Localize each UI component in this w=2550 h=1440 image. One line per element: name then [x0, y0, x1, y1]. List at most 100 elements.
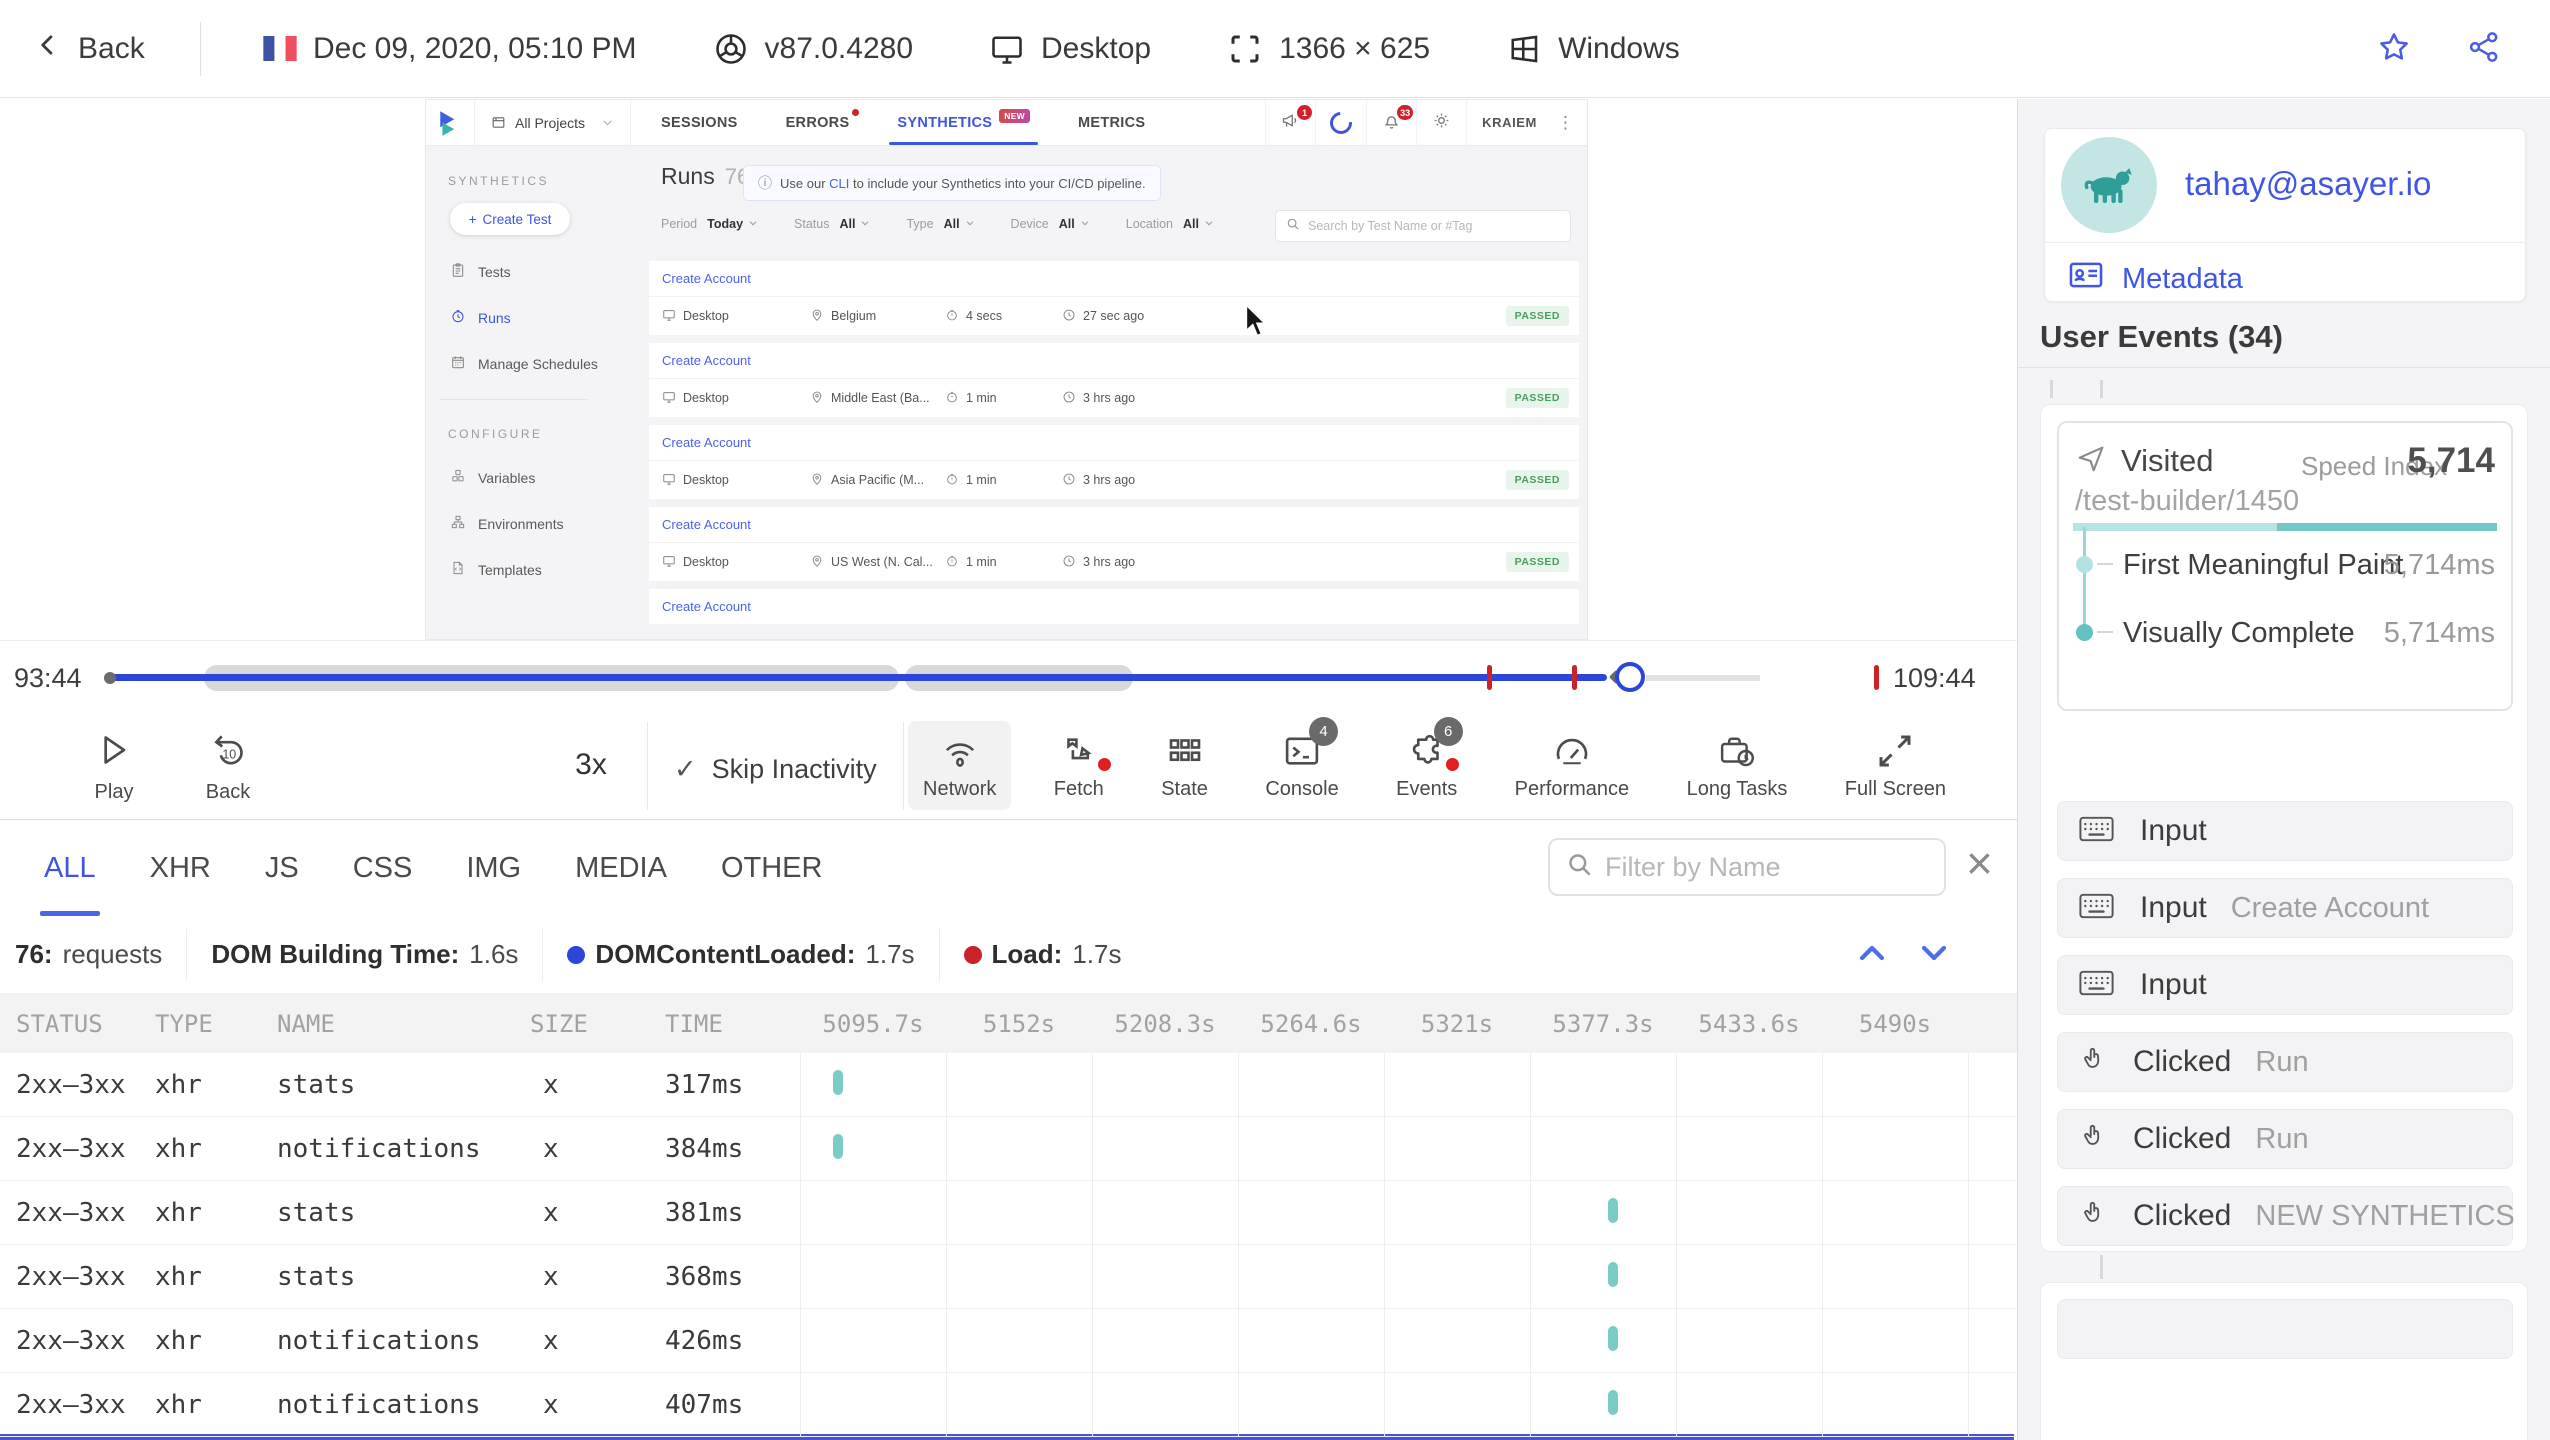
network-request-row[interactable]: 2xx–3xx xhr notifications x 407ms	[0, 1373, 2017, 1437]
network-summary-bar: 76: requests DOM Building Time: 1.6s DOMCo…	[0, 916, 2017, 993]
user-event-click[interactable]: Clicked Run	[2057, 1032, 2513, 1092]
network-request-row[interactable]: 2xx–3xx xhr stats x 368ms	[0, 1245, 2017, 1309]
favorite-button[interactable]	[2376, 29, 2412, 68]
settings-button[interactable]	[1416, 100, 1466, 145]
issue-marker[interactable]	[1571, 665, 1577, 690]
kebab-menu[interactable]: ⋮	[1552, 113, 1587, 133]
project-selector[interactable]: All Projects	[474, 100, 632, 145]
playhead-handle[interactable]	[1615, 662, 1646, 692]
keyboard-icon	[2058, 892, 2115, 925]
chevron-down-icon	[855, 217, 870, 231]
filter-device[interactable]: Device All	[1011, 217, 1090, 231]
expand-icon	[1874, 735, 1916, 775]
back-button[interactable]: Back	[34, 31, 184, 67]
panel-toggle-state[interactable]: State	[1146, 721, 1223, 810]
network-tab-media[interactable]: MEDIA	[575, 820, 667, 916]
playback-speed[interactable]: 3x	[556, 748, 626, 782]
network-request-row[interactable]: 2xx–3xx xhr stats x 381ms	[0, 1181, 2017, 1245]
filter-type[interactable]: Type All	[906, 217, 974, 231]
run-test-name-link[interactable]: Create Account	[649, 589, 1579, 625]
app-tab-synthetics[interactable]: SYNTHETICS NEW	[889, 100, 1038, 145]
network-tab-js[interactable]: JS	[265, 820, 299, 916]
sidebar-item-variables[interactable]: Variables	[450, 468, 602, 487]
run-test-name-link[interactable]: Create Account	[649, 507, 1579, 543]
run-test-name-link[interactable]: Create Account	[649, 343, 1579, 379]
chevron-down-icon	[743, 217, 758, 231]
location-pin-icon	[810, 472, 824, 489]
panel-toggle-network[interactable]: Network	[908, 721, 1012, 810]
svg-text:10: 10	[222, 747, 236, 761]
panel-toggle-console[interactable]: 4 Console	[1250, 717, 1353, 810]
jump-down-button[interactable]	[1917, 936, 1951, 973]
network-tab-img[interactable]: IMG	[466, 820, 521, 916]
network-request-row[interactable]: 2xx–3xx xhr notifications x 426ms	[0, 1309, 2017, 1373]
test-search-box[interactable]	[1275, 210, 1571, 242]
filter-status[interactable]: Status All	[794, 217, 870, 231]
filter-location[interactable]: Location All	[1126, 217, 1214, 231]
puzzle-icon	[1406, 734, 1448, 775]
network-tab-other[interactable]: OTHER	[721, 820, 823, 916]
test-search-input[interactable]	[1308, 219, 1560, 233]
create-test-button[interactable]: + Create Test	[450, 203, 570, 235]
column-header[interactable]: NAME	[277, 1010, 335, 1038]
user-event-input[interactable]: Input Create Account	[2057, 878, 2513, 938]
metadata-button[interactable]: Metadata	[2067, 256, 2243, 302]
clock-icon	[1062, 390, 1076, 407]
user-menu[interactable]: KRAIEM	[1466, 100, 1552, 145]
sidebar-item-templates[interactable]: Templates	[450, 560, 602, 579]
share-icon	[2466, 32, 2502, 68]
back-10s-button[interactable]: 10 Back	[194, 730, 262, 804]
announcements-button[interactable]: 1	[1265, 100, 1315, 145]
network-request-row[interactable]: 2xx–3xx xhr stats x 317ms	[0, 1053, 2017, 1117]
run-test-name-link[interactable]: Create Account	[649, 425, 1579, 461]
run-row[interactable]: Desktop US West (N. Cal... 1 min 3 hrs a…	[649, 543, 1579, 581]
user-event-input[interactable]: Input	[2057, 955, 2513, 1015]
jump-up-button[interactable]	[1855, 936, 1889, 973]
run-row[interactable]: Desktop Belgium 4 secs 27 sec ago PASSED	[649, 297, 1579, 335]
run-row[interactable]: Desktop Asia Pacific (M... 1 min 3 hrs a…	[649, 461, 1579, 499]
sidebar-item-environments[interactable]: Environments	[450, 514, 602, 533]
column-header[interactable]: STATUS	[16, 1010, 103, 1038]
new-badge: NEW	[999, 108, 1030, 123]
sidebar-item-runs[interactable]: Runs	[450, 308, 602, 327]
panel-toggle-full-screen[interactable]: Full Screen	[1830, 721, 1961, 810]
user-event-input[interactable]: Input	[2057, 801, 2513, 861]
cli-link[interactable]: CLI	[829, 176, 849, 191]
user-event-click[interactable]: Clicked NEW SYNTHETICS	[2057, 1186, 2515, 1246]
user-event-click[interactable]: Clicked Run	[2057, 1109, 2513, 1169]
issue-marker[interactable]	[1486, 665, 1492, 690]
notifications-button[interactable]: 33	[1366, 100, 1416, 145]
app-tab-metrics[interactable]: METRICS	[1078, 100, 1145, 145]
panel-toggle-performance[interactable]: Performance	[1500, 721, 1645, 810]
user-email-link[interactable]: tahay@asayer.io	[2185, 165, 2431, 203]
share-button[interactable]	[2466, 29, 2502, 68]
app-tab-sessions[interactable]: SESSIONS	[661, 100, 738, 145]
column-header[interactable]: TYPE	[155, 1010, 213, 1038]
sidebar-item-tests[interactable]: Tests	[450, 262, 602, 281]
play-button[interactable]: Play	[82, 730, 146, 804]
sidebar-section-title: CONFIGURE	[448, 427, 543, 441]
visited-event-card[interactable]: Visited Speed Index 5,714 /test-builder/…	[2057, 421, 2513, 711]
network-tab-all[interactable]: ALL	[40, 820, 100, 916]
column-header[interactable]: TIME	[665, 1010, 723, 1038]
network-filter-box[interactable]	[1548, 838, 1946, 896]
sidebar-item-manage-schedules[interactable]: Manage Schedules	[450, 354, 602, 373]
panel-toggle-long-tasks[interactable]: Long Tasks	[1672, 721, 1803, 810]
run-test-name-link[interactable]: Create Account	[649, 261, 1579, 297]
app-nav-actions: 1 33 KRAIEM ⋮	[1265, 100, 1587, 145]
timeline-track[interactable]	[104, 641, 1880, 713]
network-tab-xhr[interactable]: XHR	[150, 820, 211, 916]
network-filter-input[interactable]	[1605, 851, 1928, 883]
timeline-connector	[2100, 1255, 2103, 1279]
panel-toggle-fetch[interactable]: Fetch	[1039, 721, 1119, 810]
column-header[interactable]: SIZE	[530, 1010, 588, 1038]
network-request-row[interactable]: 2xx–3xx xhr notifications x 384ms	[0, 1117, 2017, 1181]
issue-marker[interactable]	[1874, 665, 1880, 690]
filter-period[interactable]: Period Today	[661, 217, 758, 231]
app-tab-errors[interactable]: ERRORS	[786, 100, 860, 145]
run-row[interactable]: Desktop Middle East (Ba... 1 min 3 hrs a…	[649, 379, 1579, 417]
panel-toggle-events[interactable]: 6 Events	[1381, 717, 1472, 810]
skip-inactivity-toggle[interactable]: ✓ Skip Inactivity	[674, 754, 877, 785]
network-tab-css[interactable]: CSS	[353, 820, 413, 916]
close-panel-button[interactable]: ×	[1966, 836, 1993, 890]
